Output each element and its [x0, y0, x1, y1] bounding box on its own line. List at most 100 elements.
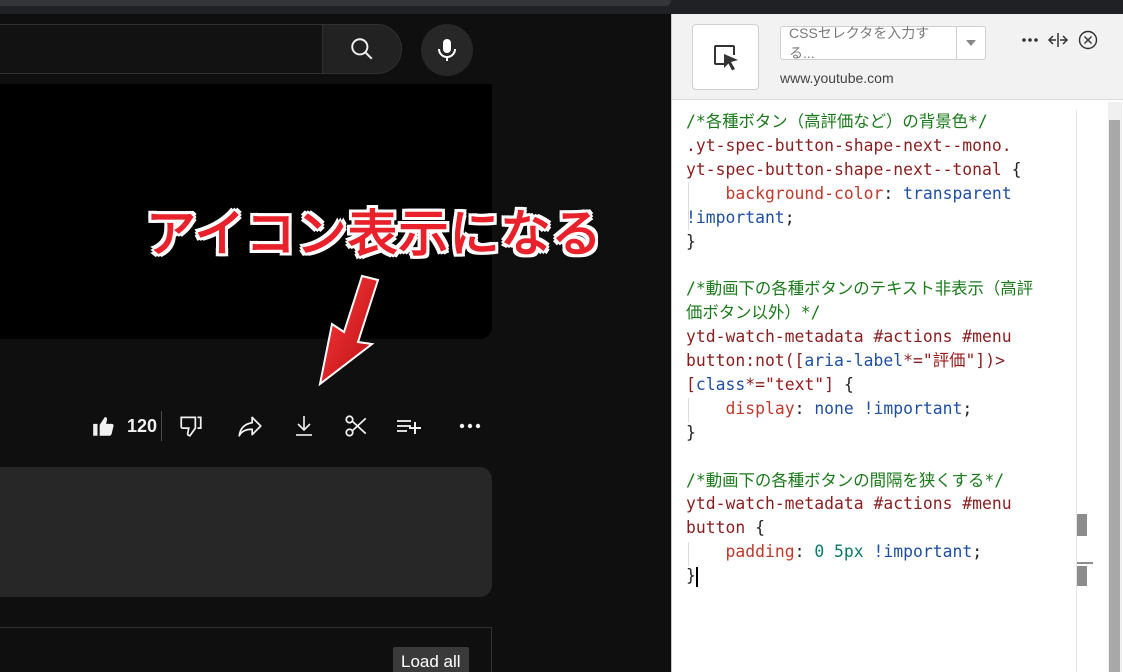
close-icon [1078, 30, 1098, 50]
annotation-label: アイコン表示になる [146, 205, 603, 263]
code-token: { [1011, 159, 1022, 179]
editor-scrollbar[interactable] [1076, 110, 1106, 672]
code-token: aria-label [804, 351, 904, 370]
code-line: .yt-spec-button-shape-next--mono. [686, 134, 1012, 158]
code-line: ytd-watch-metadata #actions #menu [686, 325, 1012, 349]
code-token: { [843, 374, 854, 394]
more-icon [1022, 38, 1038, 42]
code-token: "評価" [922, 351, 976, 370]
selector-dropdown-button[interactable] [956, 26, 986, 60]
code-token: yt-spec-button-shape-next--tonal [686, 159, 1012, 179]
save-playlist-icon [397, 420, 421, 434]
code-token: 価ボタン以外）*/ [686, 303, 821, 323]
text-cursor [695, 566, 698, 587]
css-selector-input[interactable]: CSSセレクタを入力する... [780, 25, 958, 61]
microphone-icon [438, 39, 456, 61]
code-token: class [695, 374, 746, 394]
code-token: .yt-spec-button-shape-next--mono. [686, 135, 1012, 155]
code-line: background-color: transparent [686, 182, 1012, 206]
dislike-icon [180, 416, 202, 437]
code-token: ytd-watch-metadata #actions #menu [686, 494, 1012, 514]
code-token: ytd-watch-metadata #actions #menu [686, 327, 1012, 347]
panel-scrollbar-thumb[interactable] [1109, 120, 1120, 672]
dock-toggle-icon [1047, 33, 1069, 47]
like-count: 120 [126, 415, 158, 436]
like-button[interactable]: 120 [88, 405, 160, 447]
load-all-button[interactable]: Load all [393, 647, 469, 672]
code-token: : [794, 398, 815, 418]
code-token: *= [903, 351, 923, 370]
browser-toolbar-strip [671, 0, 1123, 14]
code-token: !important [863, 398, 963, 418]
code-token: !important [873, 542, 973, 562]
code-token: /*動画下の各種ボタンの間隔を狭くする*/ [686, 470, 1005, 490]
code-token: ; [972, 542, 983, 562]
code-token: ; [962, 398, 973, 418]
code-line: !important; [686, 206, 795, 230]
cursor-marker [1077, 562, 1093, 564]
code-line: button { [686, 516, 765, 540]
search-input[interactable] [0, 24, 323, 74]
share-button[interactable] [232, 405, 268, 447]
element-picker-button[interactable] [692, 24, 759, 90]
like-dislike-divider [161, 411, 162, 441]
code-line: /*動画下の各種ボタンの間隔を狭くする*/ [686, 469, 1004, 493]
code-line: } [686, 564, 698, 588]
code-line: } [686, 421, 696, 445]
code-token: button:not([ [686, 351, 805, 370]
code-token: } [686, 231, 696, 251]
dislike-button[interactable] [174, 405, 208, 447]
dock-position-button[interactable] [1046, 28, 1070, 52]
code-token: } [686, 422, 696, 442]
description-box[interactable] [0, 467, 492, 597]
browser-address-bar-edge [0, 0, 671, 6]
element-picker-icon [713, 45, 738, 71]
panel-header: CSSセレクタを入力する... www.youtube.com [672, 14, 1123, 100]
code-token: ])> [975, 351, 1005, 370]
code-line: /*各種ボタン（高評価など）の背景色*/ [686, 110, 988, 134]
like-icon [93, 417, 114, 436]
panel-menu-button[interactable] [1018, 28, 1042, 52]
code-token: none [814, 398, 864, 418]
code-line: /*動画下の各種ボタンのテキスト非表示（高評 [686, 277, 1033, 301]
code-token: padding [725, 542, 795, 562]
code-token: background-color [725, 183, 884, 203]
close-panel-button[interactable] [1076, 28, 1100, 52]
download-icon [296, 416, 312, 436]
scroll-marker [1077, 514, 1087, 536]
download-button[interactable] [288, 405, 320, 447]
chevron-down-icon [966, 40, 976, 46]
code-token: button [686, 518, 756, 538]
share-icon [238, 416, 262, 437]
voice-search-button[interactable] [421, 24, 473, 76]
code-token: *= [745, 374, 765, 394]
code-line: padding: 0 5px !important; [686, 540, 982, 564]
video-action-bar: 120 [80, 405, 500, 447]
code-token: { [755, 518, 765, 538]
clip-icon [345, 415, 367, 437]
save-to-playlist-button[interactable] [392, 405, 426, 447]
search-button[interactable] [322, 24, 402, 74]
current-domain: www.youtube.com [780, 70, 894, 86]
code-line: button:not([aria-label*="評価"])> [686, 349, 1005, 373]
more-actions-button[interactable] [454, 405, 486, 447]
css-code-editor[interactable]: /*各種ボタン（高評価など）の背景色*/ .yt-spec-button-shap… [672, 110, 1076, 672]
code-line: [class*="text"] { [686, 373, 854, 397]
annotation-arrow-icon [318, 274, 380, 387]
code-token: 0 5px [814, 542, 874, 562]
code-token: ] [824, 374, 844, 394]
clip-button[interactable] [340, 405, 372, 447]
code-token: } [686, 566, 696, 586]
code-token: /*動画下の各種ボタンのテキスト非表示（高評 [686, 279, 1034, 299]
search-icon [351, 38, 373, 60]
code-line: yt-spec-button-shape-next--tonal { [686, 158, 1022, 182]
code-token: : [883, 183, 904, 203]
code-line: ytd-watch-metadata #actions #menu [686, 492, 1012, 516]
code-token: : [794, 542, 815, 562]
code-line: } [686, 230, 696, 254]
browser-chrome-strip [0, 0, 671, 14]
code-token: transparent [903, 183, 1012, 203]
